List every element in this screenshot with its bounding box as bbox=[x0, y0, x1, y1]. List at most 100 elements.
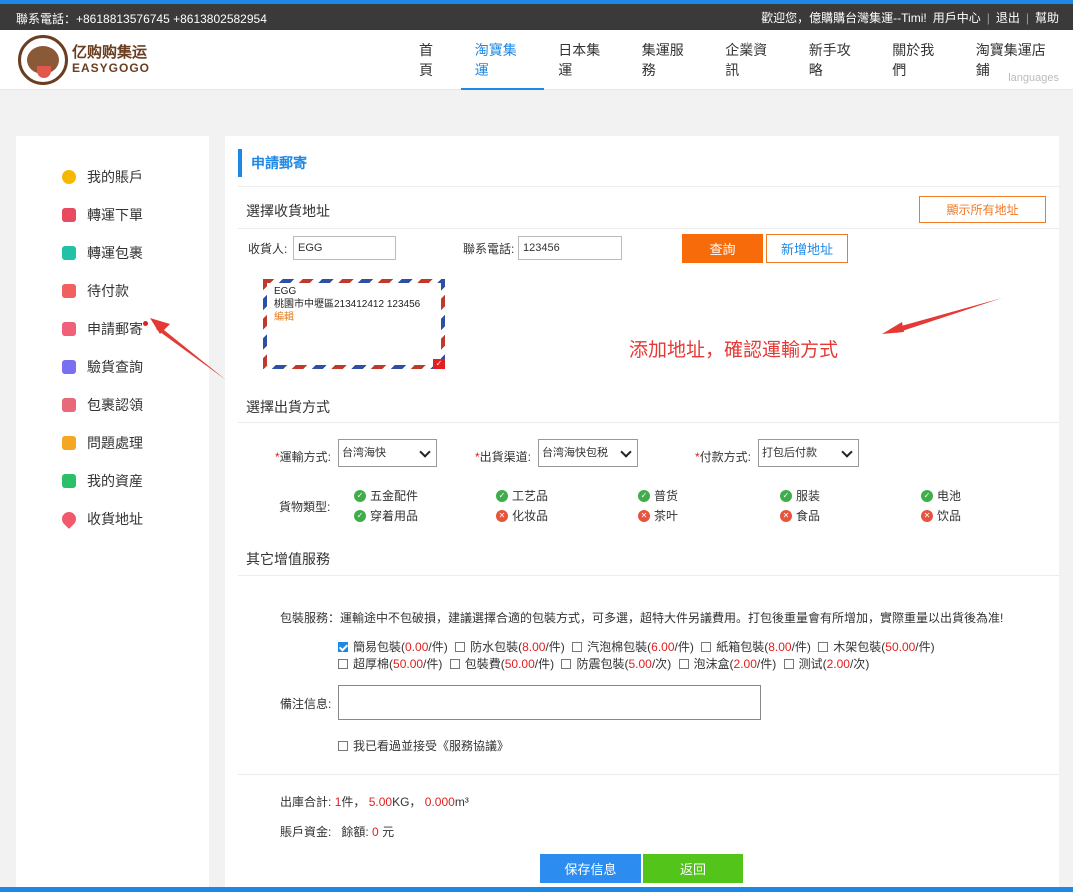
bottom-accent-bar bbox=[0, 887, 1073, 892]
goods-item: ✓ 五金配件 bbox=[354, 487, 418, 504]
notification-dot bbox=[143, 321, 148, 326]
goods-item: ✓ 服装 bbox=[780, 487, 820, 504]
separator: | bbox=[1025, 10, 1029, 25]
site-logo[interactable]: 亿购购集运 EASYGOGO bbox=[18, 35, 168, 85]
sidebar-item-label: 我的資産 bbox=[87, 473, 143, 489]
phone-input[interactable]: 123456 bbox=[518, 236, 622, 260]
query-button[interactable]: 查詢 bbox=[682, 234, 763, 263]
pack-option[interactable]: 泡沫盒(2.00/件) bbox=[678, 656, 776, 672]
pack-option[interactable]: 防震包裝(5.00/次) bbox=[561, 656, 671, 672]
sidebar-item-label: 轉運包裹 bbox=[87, 245, 143, 261]
sidebar-item-label: 待付款 bbox=[87, 283, 129, 299]
agreement-checkbox[interactable]: 我已看過並接受《服務協議》 bbox=[338, 737, 509, 754]
sidebar-item-address[interactable]: 收貨地址 bbox=[16, 500, 209, 538]
remark-label: 備注信息: bbox=[280, 697, 332, 711]
goods-item: ✓ 穿着用品 bbox=[354, 507, 418, 524]
location-icon bbox=[59, 509, 79, 529]
save-button[interactable]: 保存信息 bbox=[540, 854, 641, 883]
pack-option[interactable]: 测试(2.00/次) bbox=[783, 656, 869, 672]
nav-taobao[interactable]: 淘寶集運 bbox=[460, 30, 545, 90]
goods-item: ✕ 食品 bbox=[780, 507, 820, 524]
nav-store-languages: languages bbox=[1008, 72, 1059, 84]
logo-cn-text: 亿购购集运 bbox=[72, 44, 148, 62]
pack-option[interactable]: 木架包裝(50.00/件) bbox=[818, 639, 935, 655]
address-edit-link[interactable]: 編輯 bbox=[274, 311, 434, 324]
separator: | bbox=[986, 10, 990, 25]
sidebar-item-account[interactable]: 我的賬戶 bbox=[16, 158, 209, 196]
sidebar-item-assets[interactable]: 我的資産 bbox=[16, 462, 209, 500]
sidebar-item-transfer-package[interactable]: 轉運包裹 bbox=[16, 234, 209, 272]
annotation-arrow-icon bbox=[882, 298, 1002, 334]
sidebar-item-transfer-order[interactable]: 轉運下單 bbox=[16, 196, 209, 234]
sidebar-item-label: 收貨地址 bbox=[87, 511, 143, 527]
checkbox bbox=[338, 642, 348, 652]
cross-circle-icon: ✕ bbox=[921, 509, 933, 522]
check-circle-icon: ✓ bbox=[638, 489, 650, 502]
pack-option[interactable]: 超厚棉(50.00/件) bbox=[338, 656, 442, 672]
services-section-title: 其它增值服務 bbox=[246, 551, 330, 567]
outbound-summary: 出庫合計: 1件， 5.00KG， 0.000m³ bbox=[280, 795, 469, 809]
annotation-arrow-icon bbox=[150, 318, 226, 380]
address-card[interactable]: EGG 桃園市中壢區213412412 123456 編輯 ✓ bbox=[263, 279, 445, 369]
sidebar-item-label: 包裹認領 bbox=[87, 397, 143, 413]
mail-icon bbox=[62, 322, 76, 336]
goods-item: ✕ 茶叶 bbox=[638, 507, 678, 524]
logo-en-text: EASYGOGO bbox=[72, 60, 151, 75]
sidebar-item-label: 轉運下單 bbox=[87, 207, 143, 223]
nav-japan[interactable]: 日本集運 bbox=[544, 30, 628, 90]
back-button[interactable]: 返回 bbox=[643, 854, 743, 883]
nav-store[interactable]: 淘寶集運店鋪 languages bbox=[962, 30, 1073, 90]
check-circle-icon: ✓ bbox=[921, 489, 933, 502]
remark-textarea[interactable] bbox=[338, 685, 761, 720]
divider bbox=[238, 186, 1059, 187]
packing-description: 包裝服務：運輸途中不包破損，建議選擇合適的包裝方式，可多選，超特大件另議費用。打… bbox=[280, 611, 1004, 625]
selected-check-icon: ✓ bbox=[433, 359, 445, 369]
box-icon bbox=[62, 246, 76, 260]
show-all-addresses-button[interactable]: 顯示所有地址 bbox=[919, 196, 1046, 223]
nav-guide[interactable]: 新手攻略 bbox=[795, 30, 879, 90]
annotation-text: 添加地址，確認運輸方式 bbox=[629, 340, 839, 361]
divider bbox=[238, 575, 1059, 576]
cross-circle-icon: ✕ bbox=[638, 509, 650, 522]
sidebar-item-label: 問題處理 bbox=[87, 435, 143, 451]
chevron-down-icon bbox=[841, 446, 853, 458]
receiver-label: 收貨人: bbox=[248, 242, 288, 256]
payment-select[interactable]: 打包后付款 bbox=[758, 439, 859, 467]
cross-circle-icon: ✕ bbox=[780, 509, 792, 522]
logout-link[interactable]: 退出 bbox=[996, 9, 1020, 26]
user-center-link[interactable]: 用戶中心 bbox=[933, 9, 981, 26]
dog-logo-icon bbox=[18, 35, 68, 85]
account-sidebar: 我的賬戶 轉運下單 轉運包裹 待付款 申請郵寄 驗貨查詢 包裹認領 問題處理 我… bbox=[16, 136, 209, 892]
nav-about[interactable]: 關於我們 bbox=[878, 30, 962, 90]
help-link[interactable]: 幫助 bbox=[1035, 9, 1059, 26]
check-circle-icon: ✓ bbox=[354, 509, 366, 522]
channel-select[interactable]: 台湾海快包税 bbox=[538, 439, 638, 467]
goods-item: ✕ 饮品 bbox=[921, 507, 961, 524]
nav-enterprise[interactable]: 中心 企業資訊 bbox=[711, 30, 795, 90]
checkbox bbox=[455, 642, 466, 652]
chevron-down-icon bbox=[419, 446, 431, 458]
receiver-input[interactable]: EGG bbox=[293, 236, 396, 260]
sidebar-item-pending-payment[interactable]: 待付款 bbox=[16, 272, 209, 310]
checkbox bbox=[338, 740, 348, 751]
pack-option[interactable]: 紙箱包裝(8.00/件) bbox=[701, 639, 811, 655]
sidebar-item-claim[interactable]: 包裹認領 bbox=[16, 386, 209, 424]
pack-option[interactable]: 包裝費(50.00/件) bbox=[449, 656, 554, 672]
add-address-button[interactable]: 新增地址 bbox=[766, 234, 848, 263]
contact-phone: 聯系電話：+8618813576745 +8613802582954 bbox=[16, 12, 267, 26]
pack-option[interactable]: 汽泡棉包裝(6.00/件) bbox=[572, 639, 694, 655]
claim-icon bbox=[62, 398, 76, 412]
divider bbox=[238, 422, 1059, 423]
main-nav: 首頁 淘寶集運 日本集運 集運服務 中心 企業資訊 新手攻略 關於我們 淘寶集運… bbox=[405, 30, 1073, 90]
pack-option[interactable]: 簡易包裝(0.00/件) bbox=[338, 639, 448, 655]
pack-option[interactable]: 防水包裝(8.00/件) bbox=[455, 639, 565, 655]
sidebar-item-issues[interactable]: 問題處理 bbox=[16, 424, 209, 462]
site-header: 亿购购集运 EASYGOGO 首頁 淘寶集運 日本集運 集運服務 中心 企業資訊… bbox=[0, 30, 1073, 90]
goods-item: ✓ 电池 bbox=[921, 487, 961, 504]
chevron-down-icon bbox=[620, 446, 632, 458]
top-info-bar: 聯系電話：+8618813576745 +8613802582954 歡迎您，億… bbox=[0, 4, 1073, 30]
nav-home[interactable]: 首頁 bbox=[405, 30, 461, 90]
payment-icon bbox=[62, 284, 76, 298]
transport-select[interactable]: 台湾海快 bbox=[338, 439, 437, 467]
nav-services[interactable]: 集運服務 bbox=[628, 30, 712, 90]
